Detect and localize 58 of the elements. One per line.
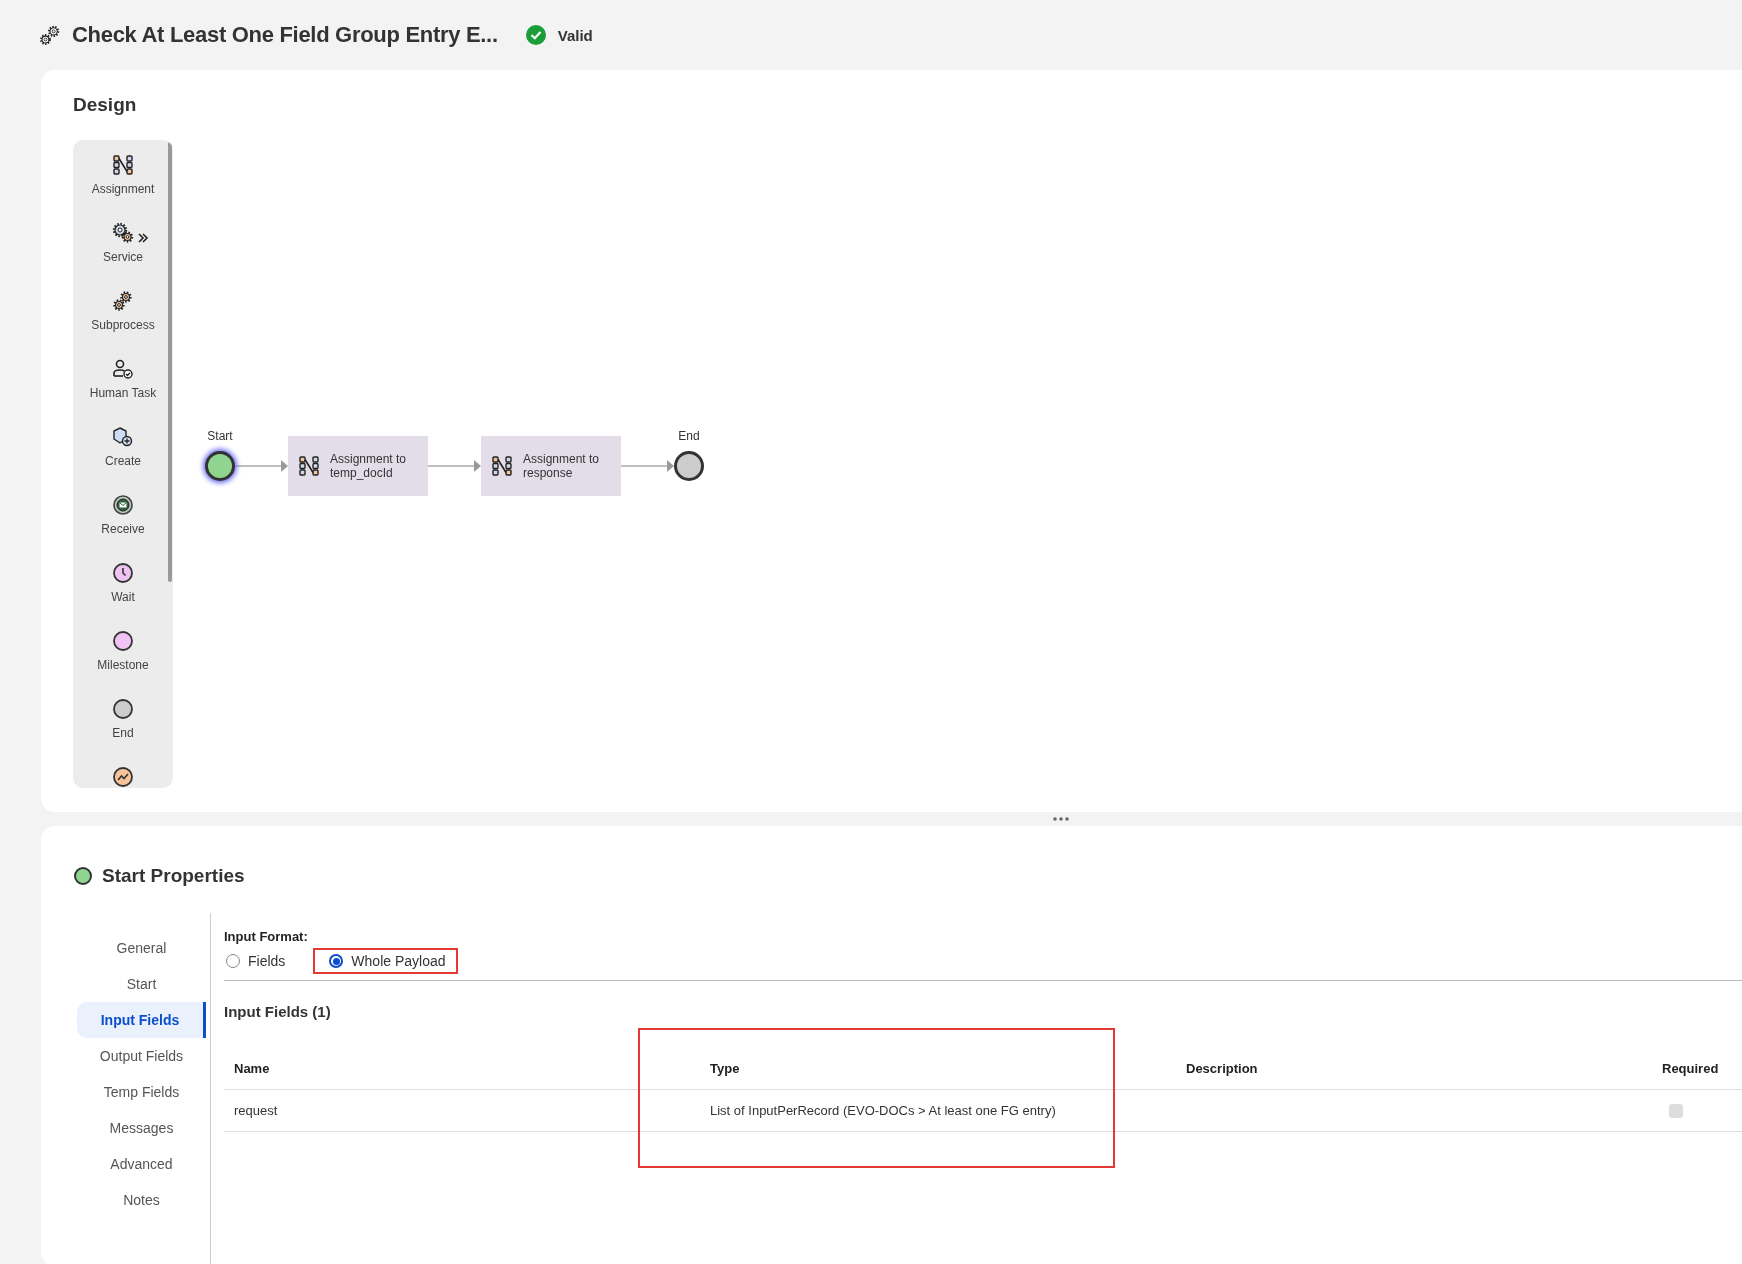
- column-header: Type: [700, 1028, 1176, 1089]
- end-node[interactable]: [674, 451, 704, 481]
- nav-tab[interactable]: General: [77, 930, 206, 966]
- gears-icon: [112, 290, 134, 312]
- gears-icon: [40, 25, 60, 45]
- gears-icon: [112, 222, 134, 244]
- assignment-icon: [491, 455, 513, 477]
- nav-tab[interactable]: Advanced: [77, 1146, 206, 1182]
- palette-item[interactable]: End: [112, 726, 134, 740]
- double-chevron-icon[interactable]: [137, 232, 149, 244]
- nav-tab[interactable]: Temp Fields: [77, 1074, 206, 1110]
- envelope-circle-icon: [112, 494, 134, 516]
- palette-item[interactable]: Assignment: [91, 182, 155, 196]
- connector-arrow: [235, 459, 288, 473]
- assignment-icon: [298, 455, 320, 477]
- start-node[interactable]: [205, 451, 235, 481]
- connector-arrow: [621, 459, 674, 473]
- palette-item[interactable]: Subprocess: [91, 318, 155, 332]
- radio-option[interactable]: Whole Payload: [313, 948, 458, 974]
- palette-item[interactable]: Receive: [101, 522, 145, 536]
- field-label: Input Format:: [224, 929, 309, 944]
- node-label: Start: [207, 429, 233, 443]
- palette-item[interactable]: Human Task: [89, 386, 157, 400]
- person-check-icon: [112, 358, 134, 380]
- palette-item[interactable]: Create: [105, 454, 141, 468]
- palette-item[interactable]: Milestone: [97, 658, 149, 672]
- table-cell-text: List of InputPerRecord (EVO-DOCs > At least one FG entry): [709, 1103, 1057, 1118]
- node-label: End: [678, 429, 700, 443]
- scrollbar[interactable]: [168, 142, 172, 582]
- radio-option[interactable]: Fields: [224, 948, 300, 974]
- table-cell-text: request: [233, 1103, 279, 1118]
- palette-item[interactable]: Wait: [111, 590, 135, 604]
- panel-title: Design: [73, 94, 138, 116]
- column-header: Required: [1661, 1060, 1720, 1078]
- nav-tab[interactable]: Notes: [77, 1182, 206, 1218]
- start-circle-icon: [74, 867, 92, 885]
- section-title: Input Fields (1): [224, 1003, 332, 1020]
- nav-tab[interactable]: Input Fields: [77, 1002, 206, 1038]
- trend-icon: [112, 766, 134, 788]
- palette-item[interactable]: Service: [103, 250, 143, 264]
- process-title: Check At Least One Field Group Entry E...: [72, 22, 498, 48]
- panel-title: Start Properties: [102, 865, 245, 887]
- nav-tab[interactable]: Start: [77, 966, 206, 1002]
- drag-handle-icon[interactable]: [1053, 817, 1069, 821]
- assignment-icon: [112, 154, 134, 176]
- column-header: Name: [233, 1060, 271, 1078]
- hexagon-plus-icon: [112, 426, 134, 448]
- status-label: Valid: [557, 26, 593, 44]
- nav-tab[interactable]: Messages: [77, 1110, 206, 1146]
- required-checkbox[interactable]: [1669, 1103, 1683, 1118]
- end-circle-icon: [112, 698, 134, 720]
- column-header: Description: [1185, 1060, 1259, 1078]
- assignment-node[interactable]: Assignment to response: [481, 436, 621, 496]
- milestone-icon: [112, 630, 134, 652]
- nav-tab[interactable]: Output Fields: [77, 1038, 206, 1074]
- assignment-node[interactable]: Assignment to temp_docId: [288, 436, 428, 496]
- connector-arrow: [428, 459, 481, 473]
- clock-icon: [112, 562, 134, 584]
